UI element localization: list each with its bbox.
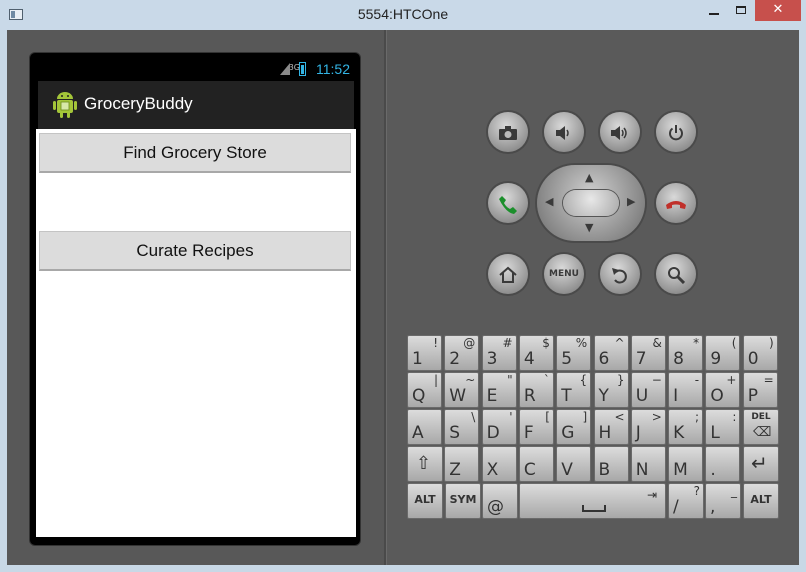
camera-button[interactable] [488,112,528,152]
close-button[interactable]: ✕ [755,0,801,21]
key-period[interactable]: . [705,446,741,482]
backspace-icon: ⌫ [753,425,772,440]
key-alt-left[interactable]: ALT [407,483,443,519]
key-q[interactable]: Q | [407,372,442,408]
key-9[interactable]: 9( [705,335,741,371]
search-icon [668,266,686,284]
key-3[interactable]: 3 # [481,335,517,371]
volume-down-button[interactable] [544,112,584,152]
volume-up-button[interactable] [600,112,640,152]
end-call-icon [666,200,686,209]
key-p[interactable]: P = [742,372,778,408]
key-f[interactable]: F[ [518,409,554,445]
key-h[interactable]: H < [593,409,629,445]
key-b[interactable]: B [593,446,629,482]
signal-icon [280,63,290,75]
power-icon [669,124,683,140]
android-app-icon [53,92,77,118]
battery-icon [299,62,306,76]
key-7[interactable]: 7 & [630,335,666,371]
back-button[interactable] [600,254,640,294]
key-i[interactable]: I- [668,372,704,408]
back-icon [612,267,627,284]
key-k[interactable]: K; [668,409,704,445]
key-r[interactable]: R ` [518,372,554,408]
key-8[interactable]: 8 * [668,335,704,371]
app-title: GroceryBuddy [84,94,193,113]
key-u[interactable]: U − [630,372,666,408]
power-button[interactable] [656,112,696,152]
emulator-frame: 3G 11:52 GroceryBuddy Find Grocery Store… [7,30,799,565]
key-g[interactable]: G] [556,409,592,445]
key-a[interactable]: A [407,409,442,445]
key-alt-right[interactable]: ALT [743,483,779,519]
key-y[interactable]: Y} [593,372,629,408]
key-v[interactable]: V [556,446,592,482]
dpad-up-icon[interactable]: ▲ [585,171,593,184]
key-del[interactable]: DEL ⌫ [743,409,779,445]
hardware-keyboard: 1! 2 @3 #4 $5% 6 ^ 7 & 8 * 9(0) Q | W ~ E " R ` T{Y} U − I - O + P =… [407,335,781,545]
key-z[interactable]: Z [444,446,480,482]
enter-icon: ↵ [751,451,768,475]
home-button[interactable] [488,254,528,294]
call-icon [499,195,517,214]
search-button[interactable] [656,254,696,294]
key-space[interactable]: ⇥ [519,483,666,519]
minimize-button[interactable] [701,0,728,21]
key-comma[interactable]: , _ [705,483,741,519]
window-titlebar: 5554:HTCOne ✕ [0,0,806,30]
space-icon [582,505,606,512]
key-o[interactable]: O + [705,372,741,408]
dpad-center-button[interactable] [563,190,619,216]
find-grocery-store-button[interactable]: Find Grocery Store [39,133,351,173]
key-6[interactable]: 6 ^ [593,335,629,371]
key-enter[interactable]: ↵ [743,446,779,482]
menu-button[interactable]: MENU [544,254,584,294]
dpad[interactable]: ▲ ▼ ◀ ▶ [537,165,645,241]
dpad-left-icon[interactable]: ◀ [545,195,553,208]
key-e[interactable]: E " [481,372,517,408]
key-d[interactable]: D ' [481,409,517,445]
window-title: 5554:HTCOne [357,6,449,22]
status-bar: 3G 11:52 [38,59,354,81]
end-call-button[interactable] [656,183,696,223]
controls-panel: ▲ ▼ ◀ ▶ MENU 1! 2 @3 #4 $5% 6 ^ 7 & 8 * 9(0) Q | W ~ E " R… [387,30,799,565]
tab-icon: ⇥ [646,488,657,502]
volume-up-icon [611,125,627,140]
key-at[interactable]: @ [482,483,518,519]
key-m[interactable]: M [668,446,704,482]
key-4[interactable]: 4 $ [518,335,554,371]
key-n[interactable]: N [630,446,666,482]
status-clock: 11:52 [316,61,350,77]
key-l[interactable]: L: [705,409,741,445]
key-sym[interactable]: SYM [445,483,481,519]
key-s[interactable]: S \ [444,409,480,445]
volume-down-icon [556,125,569,140]
shift-icon: ⇧ [416,453,432,474]
home-icon [499,266,517,283]
key-1[interactable]: 1! [407,335,442,371]
dpad-down-icon[interactable]: ▼ [585,221,593,234]
maximize-button[interactable] [728,0,755,21]
key-t[interactable]: T{ [556,372,592,408]
call-button[interactable] [488,183,528,223]
menu-label: MENU [549,269,579,279]
key-0[interactable]: 0) [742,335,778,371]
device-screen: 3G 11:52 GroceryBuddy Find Grocery Store… [29,52,361,546]
action-bar: GroceryBuddy [38,81,354,129]
screen-panel: 3G 11:52 GroceryBuddy Find Grocery Store… [7,30,384,565]
camera-icon [499,125,517,140]
dpad-right-icon[interactable]: ▶ [627,195,635,208]
key-c[interactable]: C [518,446,554,482]
key-j[interactable]: J > [630,409,666,445]
app-content: Find Grocery Store Curate Recipes [36,129,356,537]
key-5[interactable]: 5% [556,335,592,371]
key-w[interactable]: W ~ [444,372,480,408]
key-slash[interactable]: /? [668,483,704,519]
curate-recipes-button[interactable]: Curate Recipes [39,231,351,271]
key-2[interactable]: 2 @ [444,335,480,371]
key-x[interactable]: X [481,446,517,482]
key-shift[interactable]: ⇧ [407,446,443,482]
